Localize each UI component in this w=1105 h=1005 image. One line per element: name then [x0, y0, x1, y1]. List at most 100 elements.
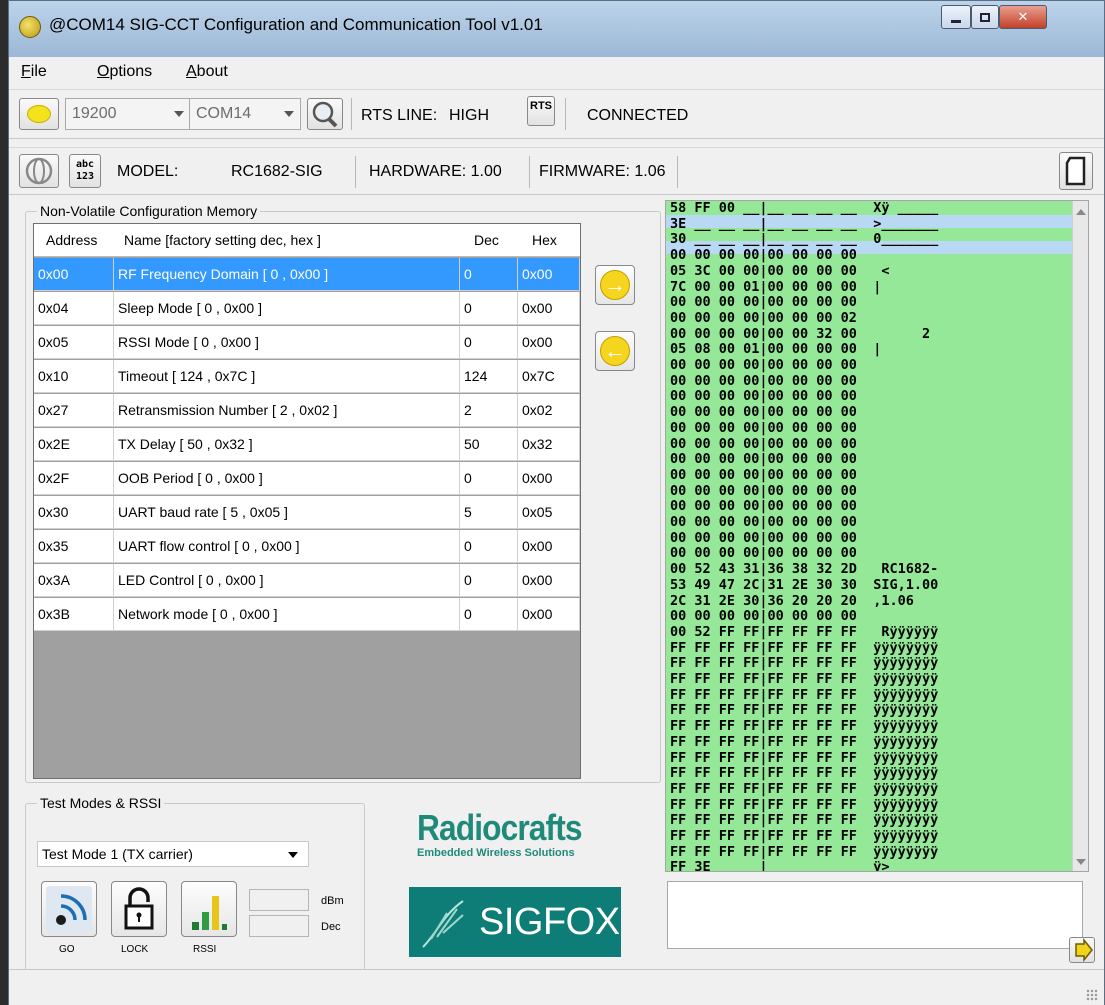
menu-options[interactable]: Options [97, 63, 152, 81]
menu-file[interactable]: File [21, 63, 47, 81]
cell-name: RSSI Mode [ 0 , 0x00 ] [114, 326, 460, 359]
hex-line: 00 52 FF FF|FF FF FF FF Rÿÿÿÿÿÿ [670, 623, 939, 640]
read-from-device-button[interactable]: ← [595, 331, 635, 371]
num-icon-label: 123 [75, 171, 95, 182]
arrow-right-icon [1075, 937, 1093, 963]
table-row[interactable]: 0x3A LED Control [ 0 , 0x00 ] 0 0x00 [34, 564, 580, 597]
cell-address: 0x2F [34, 462, 114, 495]
header-hex[interactable]: Hex [532, 232, 557, 248]
cell-hex[interactable]: 0x00 [518, 530, 580, 563]
cell-dec[interactable]: 0 [460, 564, 518, 597]
menu-about[interactable]: About [186, 63, 228, 81]
config-table[interactable]: Address Name [factory setting dec, hex ]… [33, 223, 581, 779]
hex-line: FF FF FF FF|FF FF FF FF ÿÿÿÿÿÿÿÿ [670, 702, 939, 719]
cell-hex[interactable]: 0x00 [518, 292, 580, 325]
scroll-down-icon[interactable] [1076, 859, 1086, 865]
scroll-up-icon[interactable] [1076, 209, 1086, 215]
cell-dec[interactable]: 2 [460, 394, 518, 427]
cell-dec[interactable]: 0 [460, 258, 518, 291]
divider [355, 156, 356, 188]
cell-hex[interactable]: 0x00 [518, 598, 580, 631]
table-row[interactable]: 0x04 Sleep Mode [ 0 , 0x00 ] 0 0x00 [34, 292, 580, 325]
radiocrafts-wordmark: Radiocrafts [417, 807, 582, 848]
cell-name: LED Control [ 0 , 0x00 ] [114, 564, 460, 597]
hex-line: 00 00 00 00|00 00 00 00 [670, 357, 939, 373]
cell-dec[interactable]: 0 [460, 598, 518, 631]
chevron-down-icon [284, 111, 294, 117]
rts-toggle-button[interactable]: RTS [527, 96, 555, 126]
dec-unit: Dec [321, 921, 341, 933]
table-row[interactable]: 0x05 RSSI Mode [ 0 , 0x00 ] 0 0x00 [34, 326, 580, 359]
new-document-button[interactable] [1059, 152, 1093, 190]
table-row[interactable]: 0x30 UART baud rate [ 5 , 0x05 ] 5 0x05 [34, 496, 580, 529]
cell-name: OOB Period [ 0 , 0x00 ] [114, 462, 460, 495]
reset-button[interactable] [19, 154, 59, 188]
cell-hex[interactable]: 0x32 [518, 428, 580, 461]
rssi-dbm-field [249, 889, 309, 911]
hex-scrollbar[interactable] [1072, 201, 1088, 871]
hex-line: 00 00 00 00|00 00 00 00 [670, 435, 939, 452]
cell-dec[interactable]: 5 [460, 496, 518, 529]
test-mode-select[interactable]: Test Mode 1 (TX carrier) [37, 841, 309, 867]
baud-rate-select[interactable]: 19200 [65, 98, 191, 130]
cell-dec[interactable]: 0 [460, 326, 518, 359]
go-button[interactable] [41, 881, 97, 937]
write-to-device-button[interactable]: → [595, 265, 635, 305]
cell-hex[interactable]: 0x02 [518, 394, 580, 427]
hex-line: 2C 31 2E 30|36 20 20 20 ,1.06 [670, 592, 939, 609]
cell-dec[interactable]: 124 [460, 360, 518, 393]
hex-line: FF FF FF FF|FF FF FF FF ÿÿÿÿÿÿÿÿ [670, 780, 939, 797]
config-memory-title: Non-Volatile Configuration Memory [37, 203, 261, 219]
resize-grip-icon[interactable] [1086, 989, 1098, 1001]
cell-hex[interactable]: 0x00 [518, 564, 580, 597]
title-bar[interactable]: @COM14 SIG-CCT Configuration and Communi… [9, 1, 1104, 57]
hex-line: 00 00 00 00|00 00 00 00 [670, 451, 939, 468]
rssi-label: RSSI [193, 944, 217, 955]
minimize-button[interactable] [941, 5, 971, 29]
cell-hex[interactable]: 0x7C [518, 360, 580, 393]
cell-dec[interactable]: 50 [460, 428, 518, 461]
cell-hex[interactable]: 0x05 [518, 496, 580, 529]
cell-address: 0x35 [34, 530, 114, 563]
app-window: @COM14 SIG-CCT Configuration and Communi… [8, 0, 1105, 1005]
table-row[interactable]: 0x10 Timeout [ 124 , 0x7C ] 124 0x7C [34, 360, 580, 393]
table-row[interactable]: 0x2F OOB Period [ 0 , 0x00 ] 0 0x00 [34, 462, 580, 495]
cell-dec[interactable]: 0 [460, 530, 518, 563]
connect-button[interactable] [19, 98, 59, 130]
cell-dec[interactable]: 0 [460, 462, 518, 495]
maximize-button[interactable] [971, 5, 999, 29]
header-name[interactable]: Name [factory setting dec, hex ] [124, 232, 321, 248]
hex-line: 30 __ __ __|__ __ __ __ 0_______ [670, 231, 939, 248]
command-input[interactable] [667, 881, 1083, 949]
close-button[interactable]: ✕ [999, 5, 1047, 29]
hex-line: 00 00 00 00|00 00 00 00 [670, 466, 939, 483]
firmware-version: FIRMWARE: 1.06 [539, 163, 666, 180]
cell-name: Sleep Mode [ 0 , 0x00 ] [114, 292, 460, 325]
model-label: MODEL: [117, 163, 179, 180]
table-row[interactable]: 0x00 RF Frequency Domain [ 0 , 0x00 ] 0 0x0… [34, 258, 580, 291]
cell-dec[interactable]: 0 [460, 292, 518, 325]
cell-hex[interactable]: 0x00 [518, 258, 580, 291]
connection-status-icon [27, 105, 51, 123]
memory-hex-view[interactable]: 58 FF 00 __|__ __ __ __ Xÿ _____ 3E __ __… [665, 200, 1089, 872]
minimize-icon [951, 19, 961, 23]
com-port-select[interactable]: COM14 [189, 98, 301, 130]
header-dec[interactable]: Dec [474, 232, 499, 248]
lock-button[interactable] [111, 881, 167, 937]
chevron-down-icon [288, 852, 298, 858]
table-row[interactable]: 0x27 Retransmission Number [ 2 , 0x02 ] 2 0… [34, 394, 580, 427]
table-row[interactable]: 0x35 UART flow control [ 0 , 0x00 ] 0 0x00 [34, 530, 580, 563]
header-address[interactable]: Address [46, 232, 97, 248]
send-button[interactable] [1069, 937, 1095, 963]
cell-name: Retransmission Number [ 2 , 0x02 ] [114, 394, 460, 427]
scan-ports-button[interactable] [307, 98, 343, 130]
rssi-button[interactable] [181, 881, 237, 937]
cell-hex[interactable]: 0x00 [518, 326, 580, 359]
cell-hex[interactable]: 0x00 [518, 462, 580, 495]
table-row[interactable]: 0x3B Network mode [ 0 , 0x00 ] 0 0x00 [34, 598, 580, 631]
table-row[interactable]: 0x2E TX Delay [ 50 , 0x32 ] 50 0x32 [34, 428, 580, 461]
baud-rate-value: 19200 [72, 105, 117, 122]
cell-address: 0x3B [34, 598, 114, 631]
hex-line: FF FF FF FF|FF FF FF FF ÿÿÿÿÿÿÿÿ [670, 671, 939, 687]
text-mode-button[interactable]: abc 123 [69, 154, 101, 188]
